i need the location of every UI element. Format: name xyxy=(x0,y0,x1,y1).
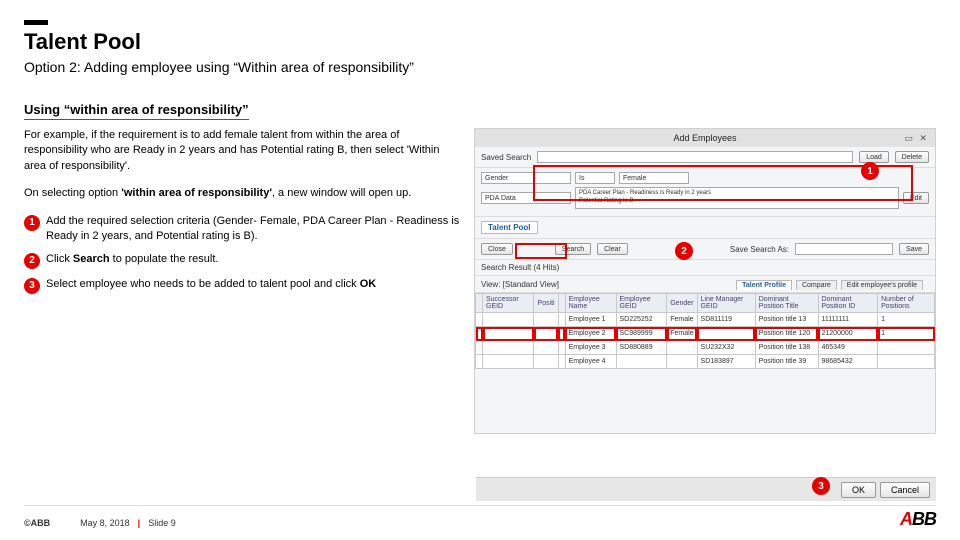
window-titlebar: Add Employees ▭ ✕ xyxy=(475,129,935,147)
brand-dash xyxy=(24,20,48,25)
instruction-column: For example, if the requirement is to ad… xyxy=(24,128,464,434)
col-header xyxy=(476,294,483,313)
view-label: View: [Standard View] xyxy=(481,280,559,289)
col-header: Successor GEID xyxy=(483,294,534,313)
load-button[interactable]: Load xyxy=(859,151,889,163)
slide-footer: ©ABB May 8, 2018 | Slide 9 xyxy=(24,518,936,528)
close-button[interactable]: Close xyxy=(481,243,513,255)
delete-button[interactable]: Delete xyxy=(895,151,929,163)
footer-divider: | xyxy=(138,518,141,528)
window-controls[interactable]: ▭ ✕ xyxy=(904,133,929,144)
cancel-button[interactable]: Cancel xyxy=(880,482,930,498)
col-header: Positi xyxy=(534,294,558,313)
slide-number: Slide 9 xyxy=(148,518,176,528)
page-subtitle: Option 2: Adding employee using “Within … xyxy=(24,59,936,75)
col-header: Dominant Position ID xyxy=(818,294,878,313)
col-header: Gender xyxy=(667,294,697,313)
copyright: ©ABB xyxy=(24,518,50,528)
tab-compare[interactable]: Compare xyxy=(796,280,837,290)
highlight-box-2 xyxy=(515,243,567,259)
step-text-1: Add the required selection criteria (Gen… xyxy=(46,214,464,245)
col-header: Employee GEID xyxy=(616,294,667,313)
col-header: Employee Name xyxy=(565,294,616,313)
step-badge-2: 2 xyxy=(24,253,40,269)
table-row[interactable]: Employee 4SD183897Position title 3998685… xyxy=(476,355,935,369)
step-text-3: Select employee who needs to be added to… xyxy=(46,277,464,292)
step-badge-1: 1 xyxy=(24,215,40,231)
paragraph-2: On selecting option 'within area of resp… xyxy=(24,186,464,201)
step-1: 1 Add the required selection criteria (G… xyxy=(24,214,464,245)
save-as-label: Save Search As: xyxy=(730,245,789,254)
footer-rule xyxy=(24,505,936,506)
marker-2: 2 xyxy=(675,242,693,260)
table-row[interactable]: Employee 3SD880889SU232X32Position title… xyxy=(476,341,935,355)
col-header: Line Manager GEID xyxy=(697,294,755,313)
talent-pool-tab[interactable]: Talent Pool xyxy=(481,221,538,234)
footer-date: May 8, 2018 xyxy=(80,518,130,528)
results-table: Successor GEIDPositiEmployee NameEmploye… xyxy=(475,293,935,369)
ok-button[interactable]: OK xyxy=(841,482,876,498)
col-header: Number of Positions xyxy=(878,294,935,313)
step-2: 2 Click Search to populate the result. xyxy=(24,252,464,269)
tab-edit-profile[interactable]: Edit employee's profile xyxy=(841,280,923,290)
clear-button[interactable]: Clear xyxy=(597,243,628,255)
marker-3: 3 xyxy=(812,477,830,495)
table-row[interactable]: Employee 2SC989999FemalePosition title 1… xyxy=(476,327,935,341)
paragraph-1: For example, if the requirement is to ad… xyxy=(24,128,464,174)
abb-logo: ABB xyxy=(900,509,936,530)
step-3: 3 Select employee who needs to be added … xyxy=(24,277,464,294)
result-header: Search Result (4 Hits) xyxy=(475,260,935,276)
window-title: Add Employees xyxy=(673,133,736,143)
page-title: Talent Pool xyxy=(24,29,936,55)
step-badge-3: 3 xyxy=(24,278,40,294)
app-screenshot: Add Employees ▭ ✕ Saved Search Load Dele… xyxy=(474,128,936,434)
col-header xyxy=(558,294,565,313)
marker-1: 1 xyxy=(861,162,879,180)
save-button[interactable]: Save xyxy=(899,243,929,255)
table-row[interactable]: Employee 1SD225252FemaleSD811119Position… xyxy=(476,313,935,327)
step-text-2: Click Search to populate the result. xyxy=(46,252,464,267)
tab-talent-profile[interactable]: Talent Profile xyxy=(736,280,792,290)
highlight-box-1 xyxy=(533,165,913,201)
dialog-footer: OK Cancel xyxy=(476,477,936,501)
saved-search-input[interactable] xyxy=(537,151,853,163)
save-as-input[interactable] xyxy=(795,243,893,255)
saved-search-label: Saved Search xyxy=(481,153,531,162)
section-heading: Using “within area of responsibility” xyxy=(24,102,249,120)
col-header: Dominant Position Title xyxy=(755,294,818,313)
